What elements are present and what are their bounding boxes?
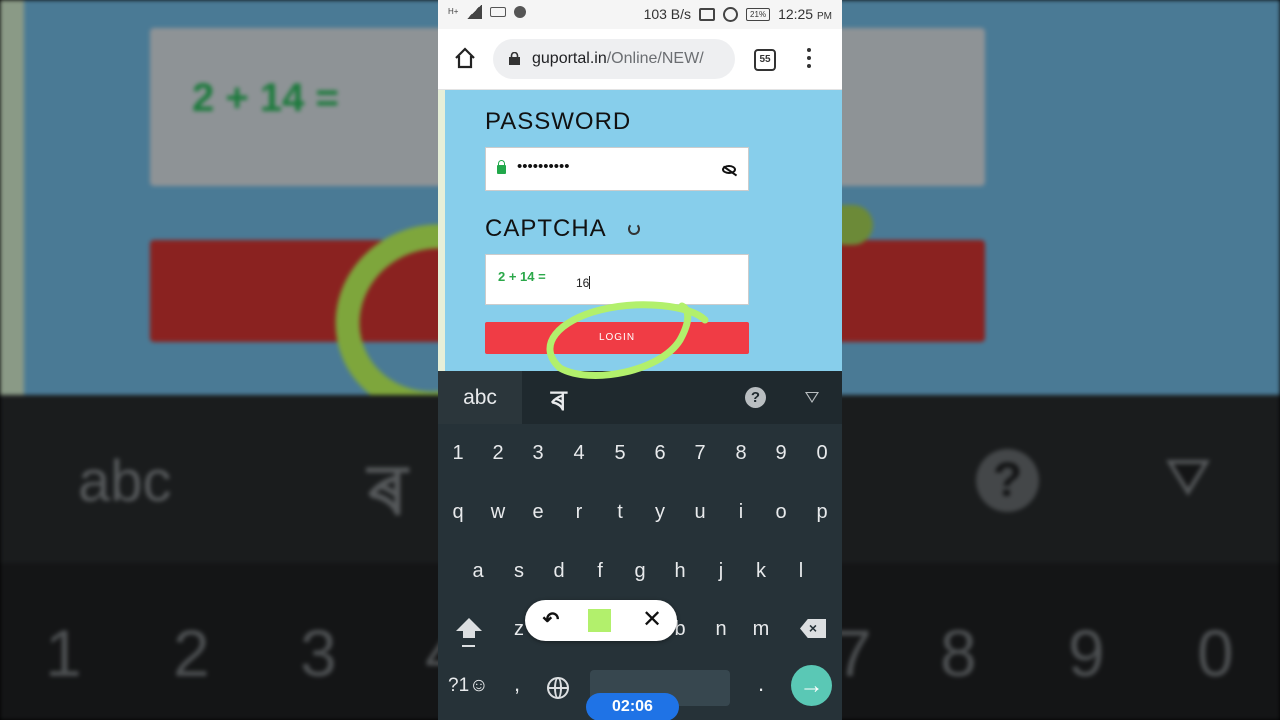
key-f[interactable]: f [580,542,620,601]
number-row: 1 2 3 4 5 6 7 8 9 0 [438,424,842,483]
key-4[interactable]: 4 [559,424,599,483]
overflow-menu-icon[interactable] [806,48,812,70]
url-path: /Online/NEW/ [606,50,704,67]
password-label: PASSWORD [485,108,632,135]
key-2[interactable]: 2 [478,424,518,483]
shift-key[interactable] [438,600,498,659]
key-i[interactable]: i [721,483,761,542]
key-q[interactable]: q [438,483,478,542]
bg-number: 2 [173,616,210,690]
home-icon[interactable] [454,47,476,69]
soft-keyboard: abc ৰ ? 1 2 3 4 5 6 7 8 9 0 q w e r t y … [438,371,842,720]
key-s[interactable]: s [499,542,539,601]
lang-tab-bengali[interactable]: ৰ [551,379,567,426]
clock-time: 12:25 [778,6,814,22]
help-icon[interactable]: ? [745,387,766,408]
key-y[interactable]: y [640,483,680,542]
bg-bengali-label: ৰ [368,451,408,529]
bg-number: 0 [1197,616,1234,690]
comma-key[interactable]: , [514,671,520,697]
cast-icon [699,7,716,21]
key-j[interactable]: j [701,542,741,601]
alarm-icon [723,6,739,22]
bg-help-icon: ? [976,449,1039,512]
bg-number: 3 [300,616,337,690]
status-bar: H+ 103 B/s 21% 12:25 PM [438,0,842,29]
login-button[interactable]: LOGIN [485,322,749,354]
key-m[interactable]: m [741,600,781,659]
url-domain: guportal.in [532,50,607,67]
recording-timer: 02:06 [586,693,679,720]
login-form: PASSWORD •••••••••• CAPTCHA 2 + 14 = 16 … [438,90,842,371]
key-a[interactable]: a [458,542,498,601]
key-7[interactable]: 7 [680,424,720,483]
bg-number: 9 [1068,616,1105,690]
address-bar[interactable]: guportal.in/Online/NEW/ [493,39,735,79]
key-w[interactable]: w [478,483,518,542]
period-key[interactable]: . [758,671,764,697]
key-g[interactable]: g [620,542,660,601]
password-value: •••••••••• [517,158,570,175]
close-icon[interactable]: ✕ [640,608,664,632]
tab-switcher-button[interactable]: 55 [754,49,776,71]
key-6[interactable]: 6 [640,424,680,483]
bg-number: 8 [940,616,977,690]
backspace-icon[interactable]: × [800,619,826,638]
net-speed: 103 B/s [643,6,692,22]
key-k[interactable]: k [741,542,781,601]
ink-toolbar: ↶ ✕ [525,600,677,641]
key-h[interactable]: h [660,542,700,601]
key-e[interactable]: e [518,483,558,542]
letter-row-2: a s d f g h j k l [438,542,842,601]
clock: 12:25 PM [778,6,832,22]
captcha-field[interactable]: 2 + 14 = 16 [485,254,749,305]
captcha-input-value: 16 [576,276,590,290]
ink-color-swatch[interactable] [588,609,611,632]
bg-collapse-icon [1166,460,1210,496]
key-d[interactable]: d [539,542,579,601]
key-3[interactable]: 3 [518,424,558,483]
password-field[interactable]: •••••••••• [485,147,749,191]
password-lock-icon [497,160,506,174]
key-9[interactable]: 9 [761,424,801,483]
signal-icon [466,5,483,19]
key-n[interactable]: n [701,600,741,659]
key-1[interactable]: 1 [438,424,478,483]
key-r[interactable]: r [559,483,599,542]
undo-icon[interactable]: ↶ [540,610,562,630]
shift-underline [462,645,475,647]
key-l[interactable]: l [781,542,821,601]
globe-icon[interactable] [547,677,569,699]
refresh-captcha-icon[interactable] [628,223,640,235]
key-5[interactable]: 5 [600,424,640,483]
key-u[interactable]: u [680,483,720,542]
key-o[interactable]: o [761,483,801,542]
lock-icon [509,52,520,65]
key-8[interactable]: 8 [721,424,761,483]
bg-captcha-text: 2 + 14 = [192,76,339,120]
shift-icon [456,618,482,638]
bg-number: 1 [45,616,82,690]
bg-abc-label: abc [78,449,172,514]
keyboard-icon [490,7,507,17]
url-text: guportal.in/Online/NEW/ [532,50,704,68]
captcha-question: 2 + 14 = [498,269,546,284]
letter-row-1: q w e r t y u i o p [438,483,842,542]
clock-ampm: PM [817,11,832,22]
go-button[interactable]: → [791,665,832,706]
bg-strip [0,0,24,395]
browser-toolbar: guportal.in/Online/NEW/ 55 [438,29,842,90]
key-t[interactable]: t [600,483,640,542]
toggle-visibility-icon[interactable] [722,165,736,174]
symbols-key[interactable]: ?1☺ [448,675,489,697]
lang-tab-abc[interactable]: abc [438,371,522,424]
page-edge [438,90,445,371]
collapse-keyboard-icon[interactable] [805,392,819,403]
network-type: H+ [448,7,459,16]
key-p[interactable]: p [802,483,842,542]
battery-icon: 21% [746,7,771,21]
key-0[interactable]: 0 [802,424,842,483]
captcha-label: CAPTCHA [485,215,607,242]
notification-dot-icon [514,6,527,18]
